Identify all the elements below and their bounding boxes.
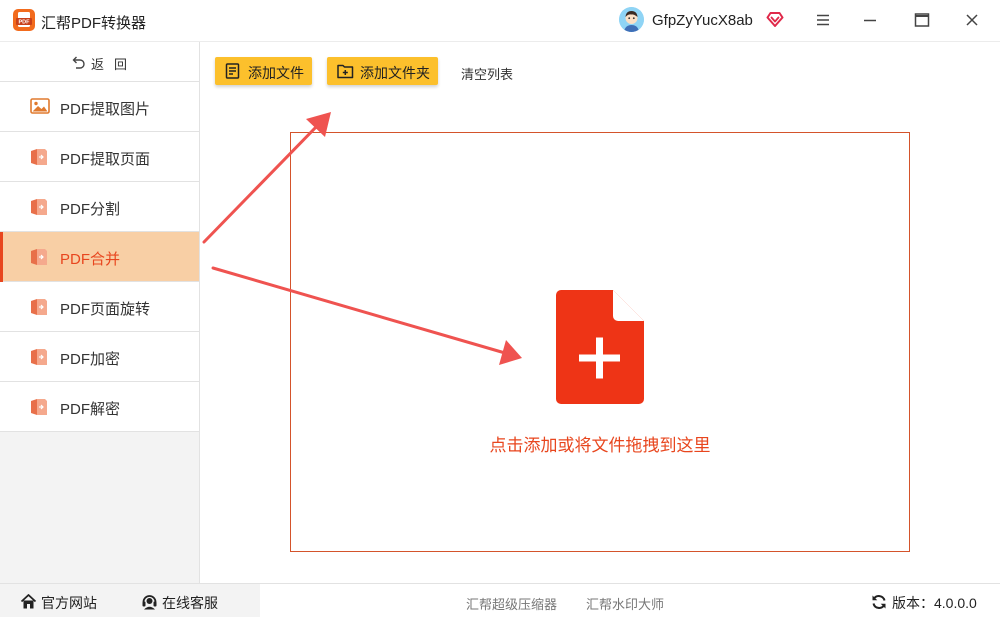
pdf-logo-icon: PDF <box>13 9 35 31</box>
maximize-icon[interactable] <box>912 10 932 30</box>
sidebar-item-decrypt[interactable]: PDF解密 <box>0 382 199 432</box>
svg-text:PDF: PDF <box>19 20 31 26</box>
sidebar-nav: PDF提取图片 PDF提取页面 PDF分割 PDF合并 PDF页面旋转 PDF加… <box>0 82 199 432</box>
pdf-page-icon <box>30 298 48 321</box>
sidebar-item-split[interactable]: PDF分割 <box>0 182 199 232</box>
sidebar-item-label: PDF分割 <box>60 201 121 218</box>
sidebar-item-label: PDF页面旋转 <box>60 301 151 318</box>
minimize-icon[interactable] <box>860 10 880 30</box>
compressor-link[interactable]: 汇帮超级压缩器 <box>466 594 557 613</box>
pdf-page-icon <box>30 148 48 171</box>
add-file-label: 添加文件 <box>248 65 304 81</box>
status-bar: 官方网站 在线客服 汇帮超级压缩器 汇帮水印大师 版本：4.0.0.0 <box>0 583 1000 617</box>
hamburger-menu-icon[interactable] <box>813 10 833 30</box>
add-folder-label: 添加文件夹 <box>360 65 430 81</box>
file-plus-icon <box>555 289 645 410</box>
app-window: PDF 汇帮PDF转换器 GfpZyYucX8ab 返回 PDF提取图片 PDF… <box>0 0 1000 617</box>
sidebar-item-label: PDF提取页面 <box>60 151 151 168</box>
sidebar-item-label: PDF合并 <box>60 251 121 268</box>
add-folder-button[interactable]: 添加文件夹 <box>327 57 438 85</box>
pdf-page-icon <box>30 348 48 371</box>
sidebar: 返回 PDF提取图片 PDF提取页面 PDF分割 PDF合并 PDF页面旋转 P… <box>0 42 200 583</box>
sidebar-item-label: PDF解密 <box>60 401 121 418</box>
app-title: 汇帮PDF转换器 <box>41 15 147 32</box>
pdf-page-icon <box>30 248 48 271</box>
online-service-link[interactable]: 在线客服 <box>141 593 218 613</box>
close-icon[interactable] <box>962 10 982 30</box>
refresh-icon <box>871 594 887 613</box>
pdf-page-icon <box>30 398 48 421</box>
watermark-link[interactable]: 汇帮水印大师 <box>586 594 664 613</box>
folder-plus-icon <box>337 63 354 84</box>
version-info[interactable]: 版本：4.0.0.0 <box>871 593 977 613</box>
vip-diamond-icon[interactable] <box>766 11 784 32</box>
add-file-button[interactable]: 添加文件 <box>215 57 312 85</box>
user-avatar[interactable] <box>619 7 644 32</box>
clear-list-button[interactable]: 清空列表 <box>461 64 513 83</box>
sidebar-item-rotate[interactable]: PDF页面旋转 <box>0 282 199 332</box>
pdf-page-icon <box>30 198 48 221</box>
sidebar-item-merge[interactable]: PDF合并 <box>0 232 199 282</box>
back-arrow-icon <box>70 54 86 75</box>
sidebar-item-extract-images[interactable]: PDF提取图片 <box>0 82 199 132</box>
title-bar: PDF 汇帮PDF转换器 GfpZyYucX8ab <box>0 0 1000 42</box>
drop-hint-text: 点击添加或将文件拖拽到这里 <box>489 436 711 455</box>
sidebar-item-extract-pages[interactable]: PDF提取页面 <box>0 132 199 182</box>
sidebar-item-label: PDF提取图片 <box>60 101 151 118</box>
home-icon <box>20 593 37 613</box>
toolbar: 添加文件 添加文件夹 清空列表 <box>200 42 1000 102</box>
sidebar-item-encrypt[interactable]: PDF加密 <box>0 332 199 382</box>
username[interactable]: GfpZyYucX8ab <box>652 12 753 29</box>
official-site-link[interactable]: 官方网站 <box>20 593 97 613</box>
file-drop-zone[interactable]: 点击添加或将文件拖拽到这里 <box>290 132 910 552</box>
sidebar-item-label: PDF加密 <box>60 351 121 368</box>
image-icon <box>30 98 50 119</box>
back-label: 返回 <box>91 57 138 72</box>
back-button[interactable]: 返回 <box>0 42 199 82</box>
file-list-icon <box>225 63 241 84</box>
headset-icon <box>141 593 158 613</box>
